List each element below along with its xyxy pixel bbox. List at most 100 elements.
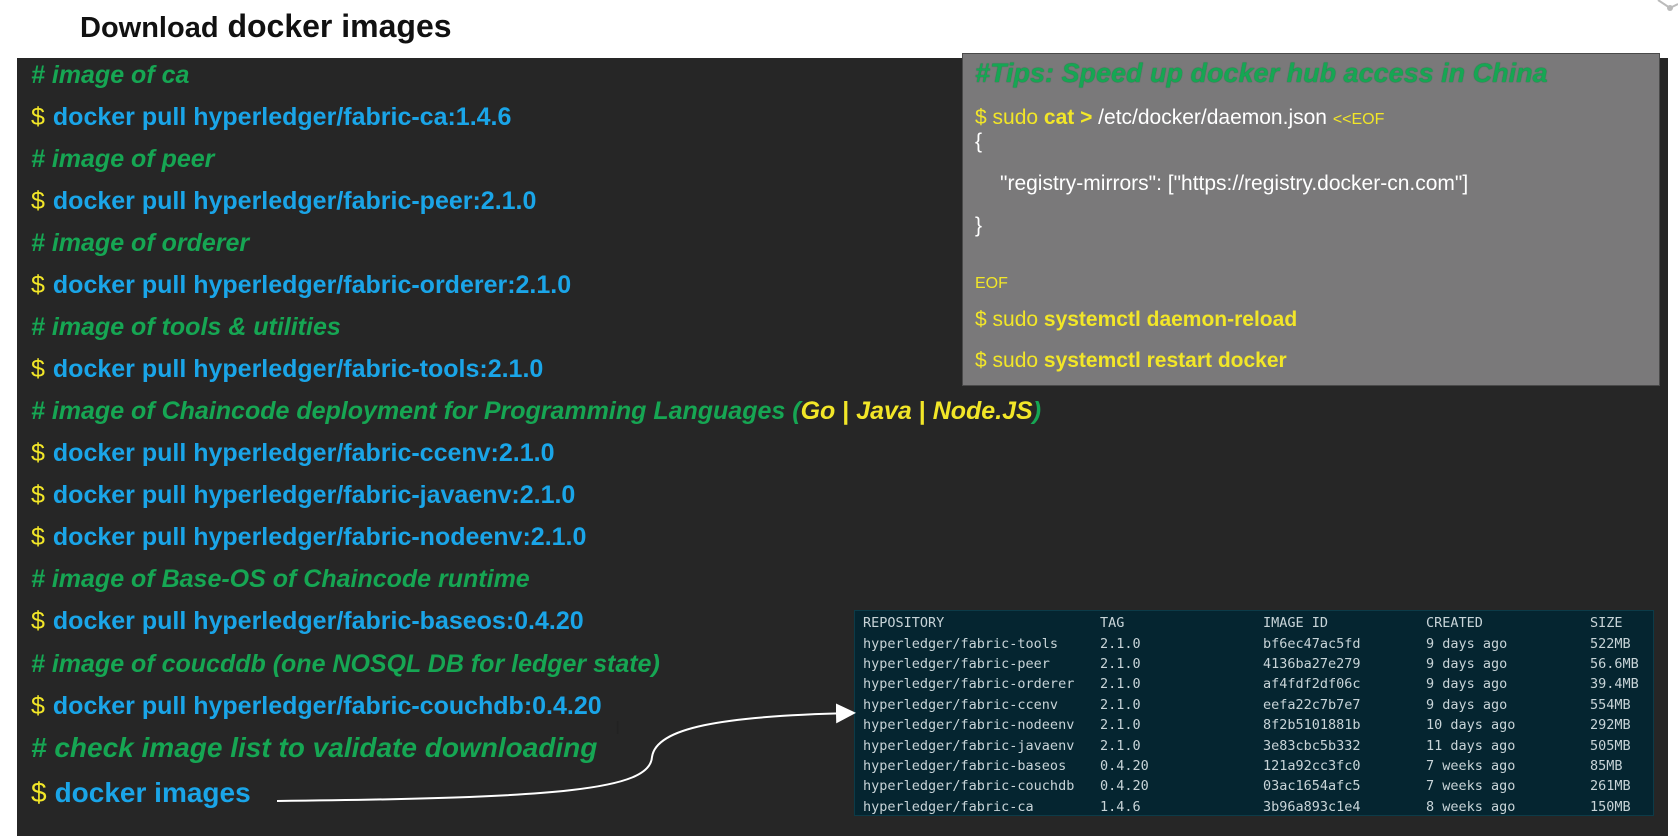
prompt-symbol: $	[31, 692, 45, 720]
command-text: docker pull hyperledger/fabric-baseos:0.…	[52, 607, 584, 635]
tips-open-brace: {	[975, 130, 983, 153]
text-cursor-icon: I	[615, 718, 621, 739]
table-row: hyperledger/fabric-peer 2.1.0 4136ba27e279…	[863, 654, 1650, 674]
command-line-javaenv: $ docker pull hyperledger/fabric-javaenv:…	[31, 480, 575, 510]
tips-prompt: $ sudo	[975, 106, 1044, 129]
lang-go: Go	[800, 397, 836, 425]
table-row: hyperledger/fabric-tools 2.1.0 bf6ec47ac5f…	[863, 633, 1650, 653]
command-line-nodeenv: $ docker pull hyperledger/fabric-nodeenv:…	[31, 522, 586, 552]
command-text: docker pull hyperledger/fabric-ca:1.4.6	[52, 103, 512, 131]
table-cell: 292MB	[1590, 717, 1631, 734]
prompt-symbol: $	[31, 607, 45, 635]
table-cell: 56.6MB	[1590, 655, 1639, 672]
table-cell: hyperledger/fabric-peer	[863, 655, 1050, 672]
command-text: docker pull hyperledger/fabric-peer:2.1.…	[52, 187, 537, 215]
prompt-symbol: $	[31, 103, 45, 131]
column-header: SIZE	[1590, 615, 1623, 632]
table-cell: af4fdf2df06c	[1263, 676, 1361, 693]
table-cell: hyperledger/fabric-tools	[863, 635, 1059, 652]
table-cell: 9 days ago	[1426, 655, 1508, 672]
prompt-symbol: $	[31, 523, 45, 551]
tips-command: systemctl restart docker	[1043, 349, 1287, 372]
prompt-symbol: $	[31, 777, 47, 808]
table-cell: 0.4.20	[1100, 778, 1149, 795]
images-table: REPOSITORY TAG IMAGE ID CREATED SIZE hyp…	[863, 613, 1650, 817]
table-cell: 8 weeks ago	[1426, 798, 1516, 815]
comment-check: # check image list to validate downloadi…	[31, 732, 598, 763]
table-cell: 9 days ago	[1426, 696, 1508, 713]
tips-panel: #Tips: Speed up docker hub access in Chi…	[962, 53, 1660, 386]
tips-registry-mirrors: "registry-mirrors": ["https://registry.d…	[1000, 172, 1469, 195]
comment-couchdb: # image of coucddb (one NOSQL DB for led…	[31, 650, 660, 678]
comment-tools: # image of tools & utilities	[31, 313, 341, 341]
prompt-symbol: $	[31, 187, 45, 215]
table-cell: 3e83cbc5b332	[1263, 737, 1361, 754]
table-cell: 2.1.0	[1100, 676, 1141, 693]
docker-images-output: REPOSITORY TAG IMAGE ID CREATED SIZE hyp…	[854, 610, 1654, 816]
command-line-ca: $ docker pull hyperledger/fabric-ca:1.4.6	[31, 102, 511, 132]
table-header-row: REPOSITORY TAG IMAGE ID CREATED SIZE	[863, 613, 1650, 633]
command-text: docker pull hyperledger/fabric-javaenv:2…	[52, 481, 576, 509]
table-cell: 7 weeks ago	[1426, 778, 1516, 795]
table-cell: 7 weeks ago	[1426, 757, 1516, 774]
table-row: hyperledger/fabric-nodeenv 2.1.0 8f2b51018…	[863, 715, 1650, 735]
tips-eof: EOF	[975, 275, 1008, 292]
column-header: CREATED	[1426, 615, 1483, 632]
column-header: IMAGE ID	[1263, 615, 1329, 632]
table-cell: bf6ec47ac5fd	[1263, 635, 1361, 652]
tips-command: systemctl daemon-reload	[1043, 308, 1298, 331]
tips-close-brace: }	[975, 214, 983, 237]
tips-line-cat: $ sudo cat > /etc/docker/daemon.json <<E…	[975, 106, 1384, 130]
command-line-tools: $ docker pull hyperledger/fabric-tools:2.…	[31, 354, 543, 384]
table-cell: 554MB	[1590, 696, 1631, 713]
comment-ca: # image of ca	[31, 61, 190, 89]
prompt-symbol: $	[31, 481, 45, 509]
command-text: docker pull hyperledger/fabric-tools:2.1…	[52, 355, 544, 383]
command-line-images: $ docker images	[31, 778, 251, 808]
comment-peer: # image of peer	[31, 145, 215, 173]
table-row: hyperledger/fabric-ccenv 2.1.0 eefa22c7b7e…	[863, 695, 1650, 715]
table-cell: 2.1.0	[1100, 737, 1141, 754]
table-row: hyperledger/fabric-couchdb 0.4.20 03ac1654…	[863, 776, 1650, 796]
table-cell: 10 days ago	[1426, 717, 1516, 734]
table-cell: 39.4MB	[1590, 676, 1639, 693]
title-part-2: docker images	[227, 8, 452, 44]
command-text: docker pull hyperledger/fabric-couchdb:0…	[52, 692, 602, 720]
table-cell: 85MB	[1590, 757, 1623, 774]
table-cell: hyperledger/fabric-couchdb	[863, 778, 1075, 795]
table-cell: hyperledger/fabric-nodeenv	[863, 717, 1075, 734]
prompt-symbol: $	[31, 271, 45, 299]
table-cell: hyperledger/fabric-orderer	[863, 676, 1075, 693]
lang-java: Java	[856, 397, 912, 425]
table-cell: 2.1.0	[1100, 717, 1141, 734]
command-line-couchdb: $ docker pull hyperledger/fabric-couchdb:…	[31, 691, 602, 721]
command-text: docker pull hyperledger/fabric-orderer:2…	[52, 271, 572, 299]
table-cell: 4136ba27e279	[1263, 655, 1361, 672]
table-cell: hyperledger/fabric-baseos	[863, 757, 1067, 774]
table-cell: 121a92cc3fc0	[1263, 757, 1361, 774]
tips-path: /etc/docker/daemon.json	[1092, 106, 1333, 129]
column-header: TAG	[1100, 615, 1125, 632]
tips-prompt: $ sudo	[975, 308, 1044, 331]
table-cell: 03ac1654afc5	[1263, 778, 1361, 795]
table-row: hyperledger/fabric-baseos 0.4.20 121a92cc3…	[863, 756, 1650, 776]
command-line-baseos: $ docker pull hyperledger/fabric-baseos:0…	[31, 606, 584, 636]
table-cell: 261MB	[1590, 778, 1631, 795]
table-cell: 2.1.0	[1100, 696, 1141, 713]
command-text: docker images	[54, 777, 251, 808]
command-line-orderer: $ docker pull hyperledger/fabric-orderer:…	[31, 270, 571, 300]
command-line-ccenv: $ docker pull hyperledger/fabric-ccenv:2.…	[31, 438, 554, 468]
command-text: docker pull hyperledger/fabric-nodeenv:2…	[52, 523, 587, 551]
slide-title: Download docker images	[80, 8, 452, 45]
tips-eof-marker: <<EOF	[1332, 111, 1385, 128]
tips-line-reload: $ sudo systemctl daemon-reload	[975, 308, 1297, 332]
command-text: docker pull hyperledger/fabric-ccenv:2.1…	[52, 439, 555, 467]
command-line-peer: $ docker pull hyperledger/fabric-peer:2.1…	[31, 186, 536, 216]
table-cell: 2.1.0	[1100, 655, 1141, 672]
column-header: REPOSITORY	[863, 615, 945, 632]
table-cell: eefa22c7b7e7	[1263, 696, 1361, 713]
table-cell: 0.4.20	[1100, 757, 1149, 774]
comment-chaincode-suffix: )	[1032, 397, 1042, 425]
table-cell: hyperledger/fabric-ccenv	[863, 696, 1059, 713]
comment-chaincode-prefix: # image of Chaincode deployment for Prog…	[31, 397, 801, 425]
